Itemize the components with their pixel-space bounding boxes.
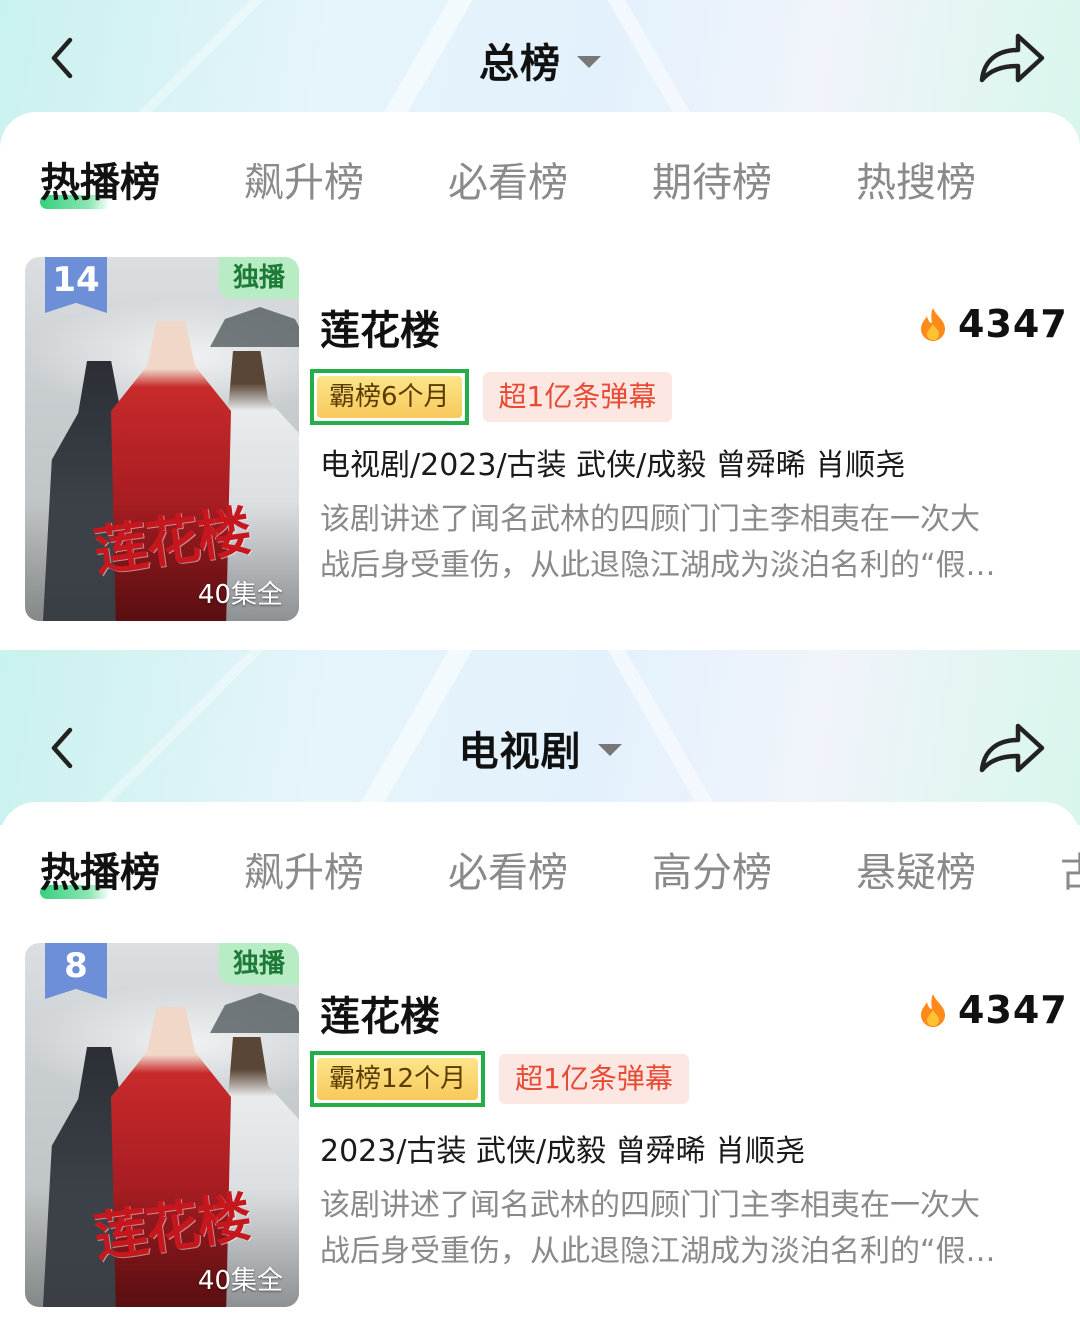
- share-button[interactable]: [976, 718, 1048, 778]
- show-tags: 霸榜6个月 超1亿条弹幕: [310, 369, 673, 425]
- page-title: 总榜: [479, 41, 561, 87]
- show-poster[interactable]: 莲花楼 14 独播 40集全: [25, 257, 299, 621]
- episode-count: 40集全: [197, 1266, 283, 1296]
- ranking-tabs: 热播榜 飙升榜 必看榜 期待榜 热搜榜: [0, 150, 1080, 210]
- ranking-panel-tv: 电视剧 热播榜 飙升榜 必看榜 高分榜 悬疑榜 古 莲花楼 8 独播 40集全 …: [0, 650, 1080, 1337]
- ranking-tabs: 热播榜 飙升榜 必看榜 高分榜 悬疑榜 古: [0, 840, 1080, 900]
- flame-icon: [921, 994, 945, 1027]
- ranking-category-selector[interactable]: 电视剧: [0, 720, 1080, 776]
- show-meta: 2023/古装 武侠/成毅 曾舜晞 肖顺尧: [320, 1134, 806, 1169]
- tab-hot-play[interactable]: 热播榜: [40, 840, 160, 898]
- danmu-tag: 超1亿条弹幕: [499, 1054, 689, 1104]
- tab-must-watch[interactable]: 必看榜: [448, 840, 568, 898]
- ranking-category-selector[interactable]: 总榜: [0, 32, 1080, 88]
- page-title: 电视剧: [458, 729, 582, 775]
- top-chart-tag: 霸榜6个月: [317, 376, 462, 418]
- heat-value: 4347: [958, 302, 1068, 346]
- caret-down-icon: [597, 744, 622, 756]
- description-line: 该剧讲述了闻名武林的四顾门门主李相夷在一次大: [320, 1188, 980, 1223]
- share-arrow-icon: [979, 723, 1045, 773]
- tab-mystery[interactable]: 悬疑榜: [856, 840, 976, 898]
- heat-score: 4347: [918, 988, 1068, 1032]
- tab-hot-play[interactable]: 热播榜: [40, 150, 160, 208]
- ranking-panel-overall: 总榜 热播榜 飙升榜 必看榜 期待榜 热搜榜 莲花楼 14 独播 40集全 莲花…: [0, 0, 1080, 650]
- tab-hot-search[interactable]: 热搜榜: [856, 150, 976, 208]
- tab-anticipated[interactable]: 期待榜: [652, 150, 772, 208]
- episode-count: 40集全: [197, 580, 283, 610]
- description-line: 战后身受重伤，从此退隐江湖成为淡泊名利的“假…: [320, 548, 996, 583]
- tab-rising[interactable]: 飙升榜: [244, 150, 364, 208]
- show-tags: 霸榜12个月 超1亿条弹幕: [310, 1051, 689, 1107]
- exclusive-badge: 独播: [218, 943, 299, 985]
- highlight-box: 霸榜6个月: [310, 369, 469, 425]
- tab-costume-partial[interactable]: 古: [1060, 840, 1080, 898]
- show-poster[interactable]: 莲花楼 8 独播 40集全: [25, 943, 299, 1307]
- tab-must-watch[interactable]: 必看榜: [448, 150, 568, 208]
- show-description: 该剧讲述了闻名武林的四顾门门主李相夷在一次大 战后身受重伤，从此退隐江湖成为淡泊…: [320, 497, 1060, 589]
- top-chart-tag: 霸榜12个月: [317, 1058, 479, 1100]
- caret-down-icon: [577, 56, 601, 68]
- show-meta: 电视剧/2023/古装 武侠/成毅 曾舜晞 肖顺尧: [320, 448, 906, 483]
- show-description: 该剧讲述了闻名武林的四顾门门主李相夷在一次大 战后身受重伤，从此退隐江湖成为淡泊…: [320, 1183, 1060, 1275]
- flame-icon: [921, 308, 945, 341]
- share-arrow-icon: [979, 33, 1045, 83]
- show-title[interactable]: 莲花楼: [320, 984, 440, 1042]
- heat-value: 4347: [958, 988, 1068, 1032]
- tab-rising[interactable]: 飙升榜: [244, 840, 364, 898]
- tab-high-score[interactable]: 高分榜: [652, 840, 772, 898]
- description-line: 战后身受重伤，从此退隐江湖成为淡泊名利的“假…: [320, 1234, 996, 1269]
- description-line: 该剧讲述了闻名武林的四顾门门主李相夷在一次大: [320, 502, 980, 537]
- exclusive-badge: 独播: [218, 257, 299, 299]
- heat-score: 4347: [918, 302, 1068, 346]
- share-button[interactable]: [976, 28, 1048, 88]
- show-title[interactable]: 莲花楼: [320, 298, 440, 356]
- danmu-tag: 超1亿条弹幕: [482, 372, 673, 422]
- highlight-box: 霸榜12个月: [310, 1051, 486, 1107]
